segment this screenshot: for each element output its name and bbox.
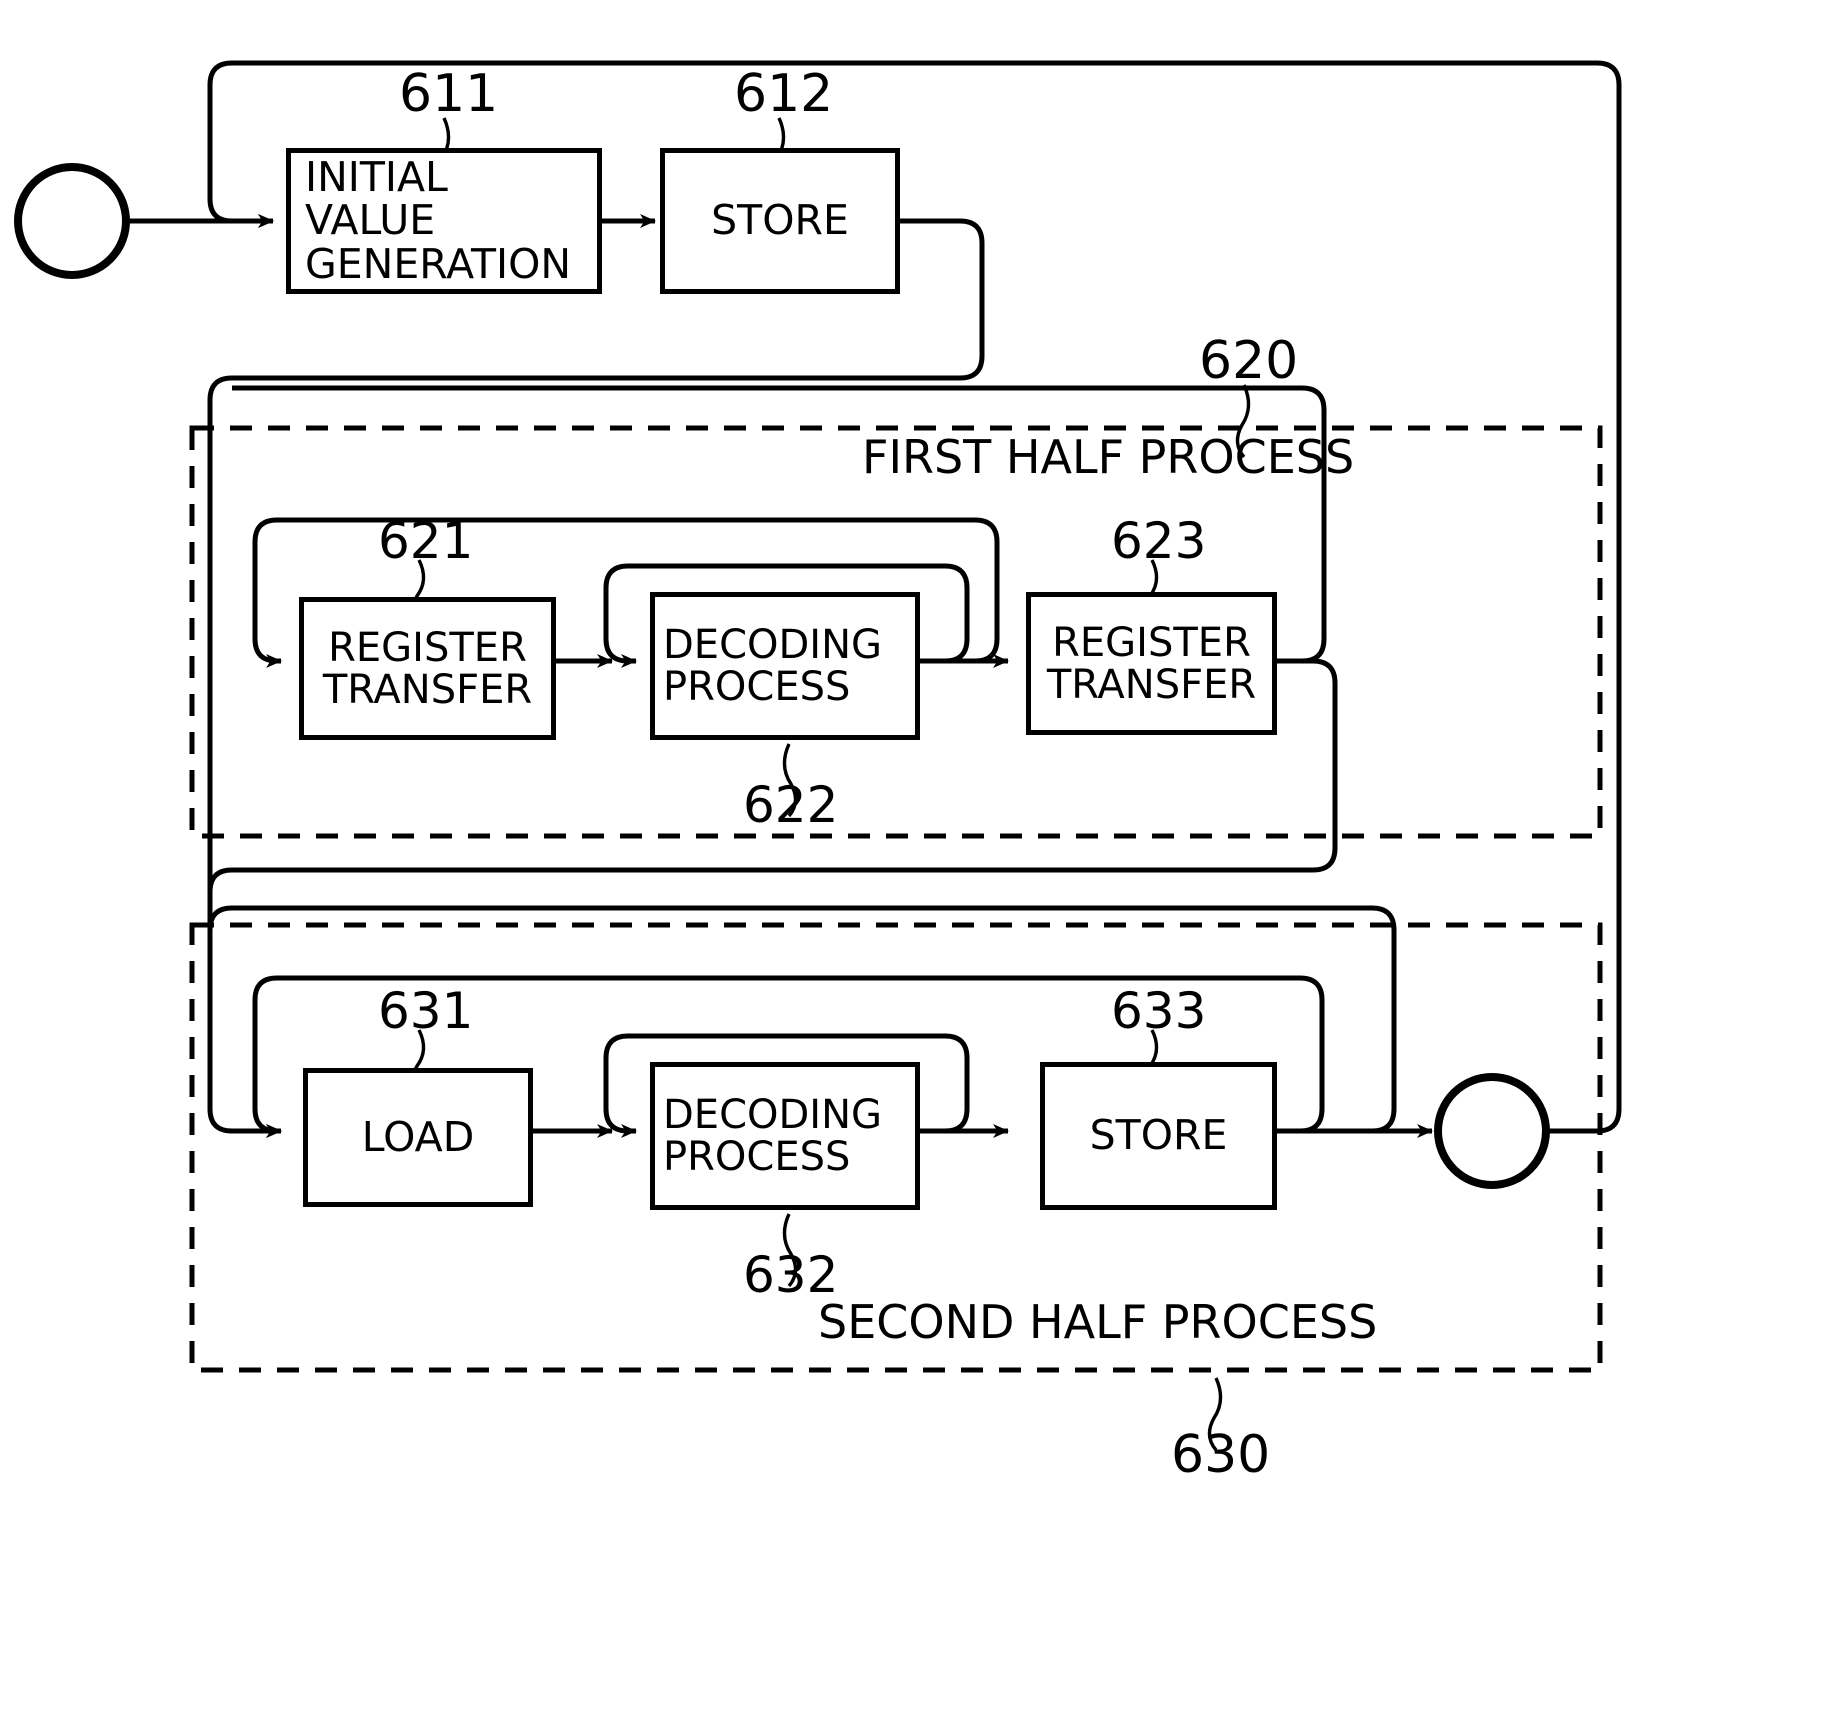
block-label-622: DECODING PROCESS	[663, 622, 883, 710]
block-label-612: STORE	[711, 196, 849, 245]
ref-number-622: 622	[743, 776, 839, 834]
block-label-611: INITIAL VALUE GENERATION	[305, 153, 572, 288]
block-store-612[interactable]: STORE	[660, 148, 900, 294]
diagram-canvas: INITIAL VALUE GENERATION STORE REGISTER …	[0, 0, 1839, 1722]
start-circle	[14, 163, 130, 279]
block-load-631[interactable]: LOAD	[303, 1068, 533, 1207]
group-label-first-half: FIRST HALF PROCESS	[862, 430, 1355, 484]
block-initial-value-generation[interactable]: INITIAL VALUE GENERATION	[286, 148, 602, 294]
block-register-transfer-621[interactable]: REGISTER TRANSFER	[299, 597, 556, 740]
ref-number-631: 631	[378, 982, 474, 1040]
block-label-631: LOAD	[361, 1112, 475, 1161]
ref-number-630: 630	[1171, 1425, 1271, 1485]
block-decoding-process-632[interactable]: DECODING PROCESS	[650, 1062, 920, 1210]
end-circle	[1434, 1073, 1550, 1189]
block-label-623: REGISTER TRANSFER	[1046, 619, 1257, 708]
ref-number-612: 612	[734, 64, 834, 124]
connector-layer	[14, 60, 1622, 1452]
block-decoding-process-622[interactable]: DECODING PROCESS	[650, 592, 920, 740]
ref-number-611: 611	[399, 64, 499, 124]
block-label-633: STORE	[1089, 1111, 1228, 1160]
ref-number-621: 621	[378, 512, 474, 570]
block-store-633[interactable]: STORE	[1040, 1062, 1277, 1210]
ref-number-620: 620	[1199, 331, 1299, 391]
block-label-621: REGISTER TRANSFER	[322, 624, 533, 713]
group-label-second-half: SECOND HALF PROCESS	[818, 1295, 1378, 1349]
block-label-632: DECODING PROCESS	[663, 1092, 883, 1180]
ref-number-633: 633	[1111, 982, 1207, 1040]
ref-number-623: 623	[1111, 512, 1207, 570]
block-register-transfer-623[interactable]: REGISTER TRANSFER	[1026, 592, 1277, 735]
